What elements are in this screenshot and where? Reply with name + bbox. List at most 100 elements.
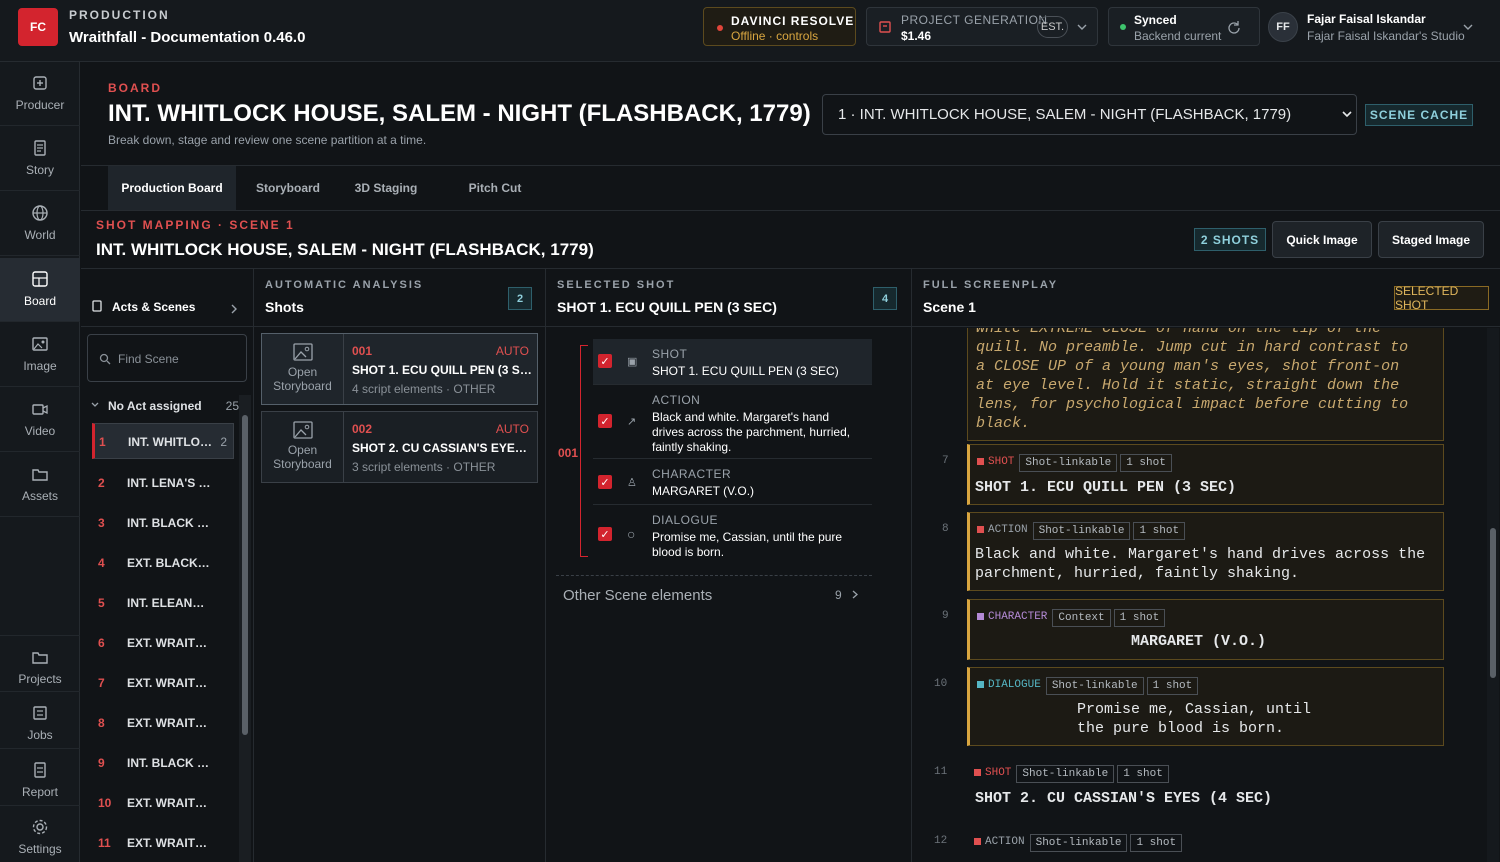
screenplay-header: FULL SCREENPLAY Scene 1 SELECTED SHOT bbox=[912, 269, 1500, 327]
shot-card[interactable]: Open Storyboard 001 AUTO SHOT 1. ECU QUI… bbox=[261, 333, 538, 405]
open-storyboard-button[interactable]: Open Storyboard bbox=[262, 334, 344, 404]
scene-row[interactable]: 6 EXT. WRAITHFALL bbox=[92, 625, 234, 661]
sidebar-item-assets[interactable]: Assets bbox=[0, 453, 80, 517]
other-scene-elements[interactable]: Other Scene elements 9 bbox=[556, 575, 872, 615]
sidebar-item-video[interactable]: Video bbox=[0, 388, 80, 452]
tab-pitch-cut[interactable]: Pitch Cut bbox=[454, 166, 536, 210]
scene-row[interactable]: 8 EXT. WRAITHFALL bbox=[92, 705, 234, 741]
shot-element[interactable]: ✓ ♙ CHARACTER MARGARET (V.O.) bbox=[593, 459, 872, 505]
acts-header[interactable]: Acts & Scenes bbox=[81, 269, 253, 327]
sidebar-item-projects[interactable]: Projects bbox=[0, 635, 80, 692]
chevron-down-icon bbox=[91, 402, 99, 407]
screenplay-block[interactable]: CHARACTER Context 1 shot MARGARET (V.O.) bbox=[967, 599, 1444, 660]
screenplay-block[interactable]: SHOT Shot-linkable 1 shot SHOT 1. ECU QUIL… bbox=[967, 444, 1444, 505]
panel-kicker: FULL SCREENPLAY bbox=[923, 279, 1059, 291]
scrollbar-thumb[interactable] bbox=[242, 415, 248, 735]
tab-storyboard[interactable]: Storyboard bbox=[244, 166, 332, 210]
linkable-tag: Shot-linkable bbox=[1045, 677, 1144, 695]
shot-element[interactable]: ✓ ▣ SHOT SHOT 1. ECU QUILL PEN (3 SEC) bbox=[593, 339, 872, 385]
element-checkbox[interactable]: ✓ bbox=[598, 414, 612, 428]
refresh-icon[interactable] bbox=[1227, 20, 1241, 34]
shot-auto-badge: AUTO bbox=[495, 344, 529, 358]
screenplay-block[interactable]: ACTION Shot-linkable 1 shot bbox=[967, 825, 1444, 862]
scene-cache-badge[interactable]: SCENE CACHE bbox=[1365, 104, 1473, 126]
screenplay-scroll[interactable]: white EXTREME CLOSE of hand on the tip o… bbox=[912, 328, 1500, 862]
element-text: Promise me, Cassian, until the pure bloo… bbox=[652, 530, 843, 559]
shot-group-bracket bbox=[580, 345, 588, 557]
open-storyboard-button[interactable]: Open Storyboard bbox=[262, 412, 344, 482]
sidebar-item-label: Jobs bbox=[27, 728, 53, 742]
tab-3d-staging[interactable]: 3D Staging bbox=[346, 166, 426, 210]
sidebar-item-settings[interactable]: Settings bbox=[0, 806, 80, 862]
sidebar-item-image[interactable]: Image bbox=[0, 323, 80, 387]
user-studio: Fajar Faisal Iskandar's Studio bbox=[1307, 29, 1465, 43]
shot-card[interactable]: Open Storyboard 002 AUTO SHOT 2. CU CASS… bbox=[261, 411, 538, 483]
screenplay-block[interactable]: ACTION Shot-linkable 1 shot Black and whit… bbox=[967, 512, 1444, 591]
scene-row[interactable]: 3 INT. BLACK CREEK bbox=[92, 505, 234, 541]
globe-icon bbox=[32, 205, 48, 221]
section-label: BOARD bbox=[108, 81, 162, 95]
shot-count-tag: 1 shot bbox=[1117, 765, 1169, 783]
panel-kicker: AUTOMATIC ANALYSIS bbox=[265, 279, 424, 291]
scene-row[interactable]: 1 INT. WHITLOCK HOUSE, SALEM 2 bbox=[92, 423, 234, 459]
scene-title: EXT. WRAITHFALL bbox=[127, 716, 212, 730]
selected-shot-header: SELECTED SHOT SHOT 1. ECU QUILL PEN (3 S… bbox=[546, 269, 911, 327]
sidebar-item-label: Image bbox=[23, 359, 57, 373]
project-gen-label: PROJECT GENERATION bbox=[901, 13, 1048, 27]
scene-title: INT. WHITLOCK HOUSE, SALEM bbox=[128, 435, 213, 449]
screenplay-block[interactable]: DIALOGUE Shot-linkable 1 shot Promise me, … bbox=[967, 667, 1444, 746]
element-kind: ACTION bbox=[652, 393, 701, 407]
acts-header-label: Acts & Scenes bbox=[112, 300, 196, 314]
davinci-status[interactable]: DAVINCI RESOLVE Offline · controls bbox=[703, 7, 856, 46]
scene-number: 4 bbox=[98, 556, 105, 570]
chevron-down-icon[interactable] bbox=[1077, 23, 1087, 31]
project-title[interactable]: Wraithfall - Documentation 0.46.0 bbox=[69, 29, 305, 46]
staged-image-button[interactable]: Staged Image bbox=[1378, 221, 1484, 258]
quick-image-button[interactable]: Quick Image bbox=[1272, 221, 1372, 258]
scrollbar-thumb[interactable] bbox=[1490, 528, 1496, 678]
user-menu[interactable]: FF Fajar Faisal Iskandar Fajar Faisal Is… bbox=[1268, 6, 1490, 48]
project-generation-cost[interactable]: PROJECT GENERATION $1.46 EST. bbox=[866, 7, 1098, 46]
element-checkbox[interactable]: ✓ bbox=[598, 527, 612, 541]
screenplay-block[interactable]: SHOT Shot-linkable 1 shot SHOT 2. CU CASSI… bbox=[967, 756, 1444, 817]
element-checkbox[interactable]: ✓ bbox=[598, 354, 612, 368]
scene-row[interactable]: 2 INT. LENA'S CABIN bbox=[92, 465, 234, 501]
scene-row[interactable]: 9 INT. BLACK CREEK bbox=[92, 745, 234, 781]
scene-number: 7 bbox=[98, 676, 105, 690]
line-number: 12 bbox=[934, 835, 948, 847]
shot-number: 002 bbox=[352, 422, 373, 436]
scene-number: 9 bbox=[98, 756, 105, 770]
kind-label: DIALOGUE bbox=[988, 679, 1041, 691]
chevron-down-icon bbox=[1463, 24, 1473, 30]
scene-search-input[interactable]: Find Scene bbox=[87, 334, 247, 382]
sidebar-item-report[interactable]: Report bbox=[0, 749, 80, 806]
scene-row[interactable]: 5 INT. ELEANOR'S ROOM bbox=[92, 585, 234, 621]
selected-shot-badge: SELECTED SHOT bbox=[1394, 284, 1489, 312]
sidebar-item-world[interactable]: World bbox=[0, 192, 80, 256]
intro-line: lens, for psychological impact before cu… bbox=[976, 396, 1409, 413]
sidebar-item-label: Producer bbox=[15, 98, 65, 112]
shot-element[interactable]: ✓ ○ DIALOGUE Promise me, Cassian, until … bbox=[593, 505, 872, 561]
block-tags: ACTION Shot-linkable 1 shot bbox=[977, 522, 1188, 540]
intro-text: white EXTREME CLOSE of hand on the tip o… bbox=[976, 328, 1436, 433]
shot-element[interactable]: ✓ ↗ ACTION Black and white. Margaret's h… bbox=[593, 385, 872, 459]
tab-production-board[interactable]: Production Board bbox=[108, 166, 236, 210]
scene-select[interactable]: 1 · INT. WHITLOCK HOUSE, SALEM - NIGHT (… bbox=[822, 94, 1357, 135]
shot-count-tag: 1 shot bbox=[1130, 834, 1183, 852]
sync-status[interactable]: Synced Backend current bbox=[1108, 7, 1260, 46]
scene-title: EXT. WRAITHFALL bbox=[127, 796, 212, 810]
sidebar-item-board[interactable]: Board bbox=[0, 258, 80, 322]
scene-row[interactable]: 7 EXT. WRAITHFALL bbox=[92, 665, 234, 701]
element-checkbox[interactable]: ✓ bbox=[598, 475, 612, 489]
sidebar-item-story[interactable]: Story bbox=[0, 127, 80, 191]
sidebar-item-jobs[interactable]: Jobs bbox=[0, 692, 80, 749]
scenes-scrollbar[interactable] bbox=[239, 395, 251, 862]
sidebar-item-producer[interactable]: Producer bbox=[0, 62, 80, 126]
scene-row[interactable]: 10 EXT. WRAITHFALL bbox=[92, 785, 234, 821]
sidebar-item-label: Board bbox=[23, 294, 57, 308]
app-logo[interactable]: FC bbox=[18, 8, 58, 46]
scene-row[interactable]: 4 EXT. BLACK CREEK bbox=[92, 545, 234, 581]
scene-row[interactable]: 11 EXT. WRAITHFALL bbox=[92, 825, 234, 861]
sidebar-item-label: Assets bbox=[21, 489, 58, 503]
screenplay-scrollbar[interactable] bbox=[1487, 328, 1499, 862]
